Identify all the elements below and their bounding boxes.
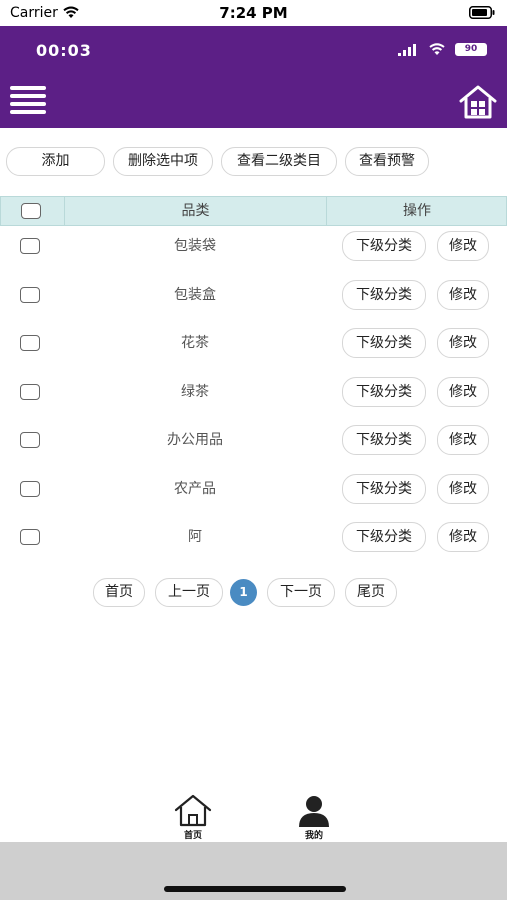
edit-button[interactable]: 修改 — [437, 522, 489, 552]
add-button[interactable]: 添加 — [6, 147, 105, 176]
wifi-icon — [429, 43, 445, 55]
current-page-indicator[interactable]: 1 — [230, 579, 257, 606]
row-checkbox[interactable] — [20, 432, 40, 448]
last-page-button[interactable]: 尾页 — [345, 578, 397, 607]
edit-button[interactable]: 修改 — [437, 376, 489, 407]
table-row: 办公用品 下级分类 修改 — [0, 420, 507, 469]
tab-home-label: 首页 — [183, 831, 202, 841]
edit-button[interactable]: 修改 — [437, 279, 489, 310]
subcategory-button[interactable]: 下级分类 — [342, 376, 426, 407]
system-clock: 7:24 PM — [219, 4, 288, 22]
row-checkbox[interactable] — [20, 335, 40, 351]
subcategory-button[interactable]: 下级分类 — [342, 522, 426, 552]
category-name: 农产品 — [174, 480, 216, 497]
category-table: 品类 操作 包装袋 下级分类 修改 包装盒 下级分类 修改 花茶 下级分类 修改… — [0, 196, 507, 566]
first-page-button[interactable]: 首页 — [93, 578, 145, 607]
table-row: 阿 下级分类 修改 — [0, 517, 507, 566]
subcategory-button[interactable]: 下级分类 — [342, 473, 426, 504]
pagination: 首页 上一页 1 下一页 尾页 — [0, 578, 507, 608]
view-secondary-category-button[interactable]: 查看二级类目 — [221, 147, 337, 176]
menu-icon[interactable] — [10, 86, 46, 116]
view-warning-button[interactable]: 查看预警 — [345, 147, 429, 176]
bottom-tab-bar: 首页 我的 — [0, 790, 507, 842]
tab-mine[interactable]: 我的 — [284, 794, 344, 842]
edit-button[interactable]: 修改 — [437, 231, 489, 261]
subcategory-button[interactable]: 下级分类 — [342, 328, 426, 358]
category-name: 花茶 — [181, 335, 209, 351]
category-column-header: 品类 — [65, 197, 327, 225]
battery-level: 90 — [455, 43, 487, 56]
category-name: 包装袋 — [174, 238, 216, 254]
table-header: 品类 操作 — [0, 196, 507, 226]
category-name: 包装盒 — [174, 286, 216, 303]
category-name: 办公用品 — [167, 432, 223, 448]
prev-page-button[interactable]: 上一页 — [155, 578, 223, 607]
table-row: 包装盒 下级分类 修改 — [0, 275, 507, 324]
category-name: 阿 — [188, 529, 202, 545]
subcategory-button[interactable]: 下级分类 — [342, 425, 426, 455]
battery-icon — [469, 6, 495, 19]
action-toolbar: 添加 删除选中项 查看二级类目 查看预警 — [0, 147, 507, 177]
home-icon[interactable] — [458, 84, 498, 120]
table-row: 包装袋 下级分类 修改 — [0, 226, 507, 275]
user-icon — [299, 796, 329, 827]
subcategory-button[interactable]: 下级分类 — [342, 279, 426, 310]
inner-status-time: 00:03 — [36, 41, 92, 60]
table-row: 绿茶 下级分类 修改 — [0, 372, 507, 421]
tab-home[interactable]: 首页 — [163, 794, 223, 842]
row-checkbox[interactable] — [20, 286, 40, 303]
home-indicator — [164, 886, 346, 892]
table-row: 农产品 下级分类 修改 — [0, 469, 507, 518]
table-row: 花茶 下级分类 修改 — [0, 323, 507, 372]
edit-button[interactable]: 修改 — [437, 473, 489, 504]
bottom-safe-area — [0, 842, 507, 900]
select-all-checkbox[interactable] — [21, 203, 41, 219]
edit-button[interactable]: 修改 — [437, 328, 489, 358]
row-checkbox[interactable] — [20, 383, 40, 400]
home-icon — [174, 794, 212, 827]
table-body: 包装袋 下级分类 修改 包装盒 下级分类 修改 花茶 下级分类 修改 绿茶 下级… — [0, 226, 507, 566]
row-checkbox[interactable] — [20, 529, 40, 545]
subcategory-button[interactable]: 下级分类 — [342, 231, 426, 261]
signal-icon — [398, 44, 416, 56]
row-checkbox[interactable] — [20, 238, 40, 254]
system-status-bar: Carrier 7:24 PM — [0, 0, 507, 26]
edit-button[interactable]: 修改 — [437, 425, 489, 455]
header-check-cell — [1, 197, 65, 225]
next-page-button[interactable]: 下一页 — [267, 578, 335, 607]
category-name: 绿茶 — [181, 383, 209, 400]
tab-mine-label: 我的 — [304, 831, 323, 841]
actions-column-header: 操作 — [403, 203, 431, 219]
row-checkbox[interactable] — [20, 480, 40, 497]
app-header: 00:03 90 — [0, 26, 507, 128]
delete-selected-button[interactable]: 删除选中项 — [113, 147, 213, 176]
